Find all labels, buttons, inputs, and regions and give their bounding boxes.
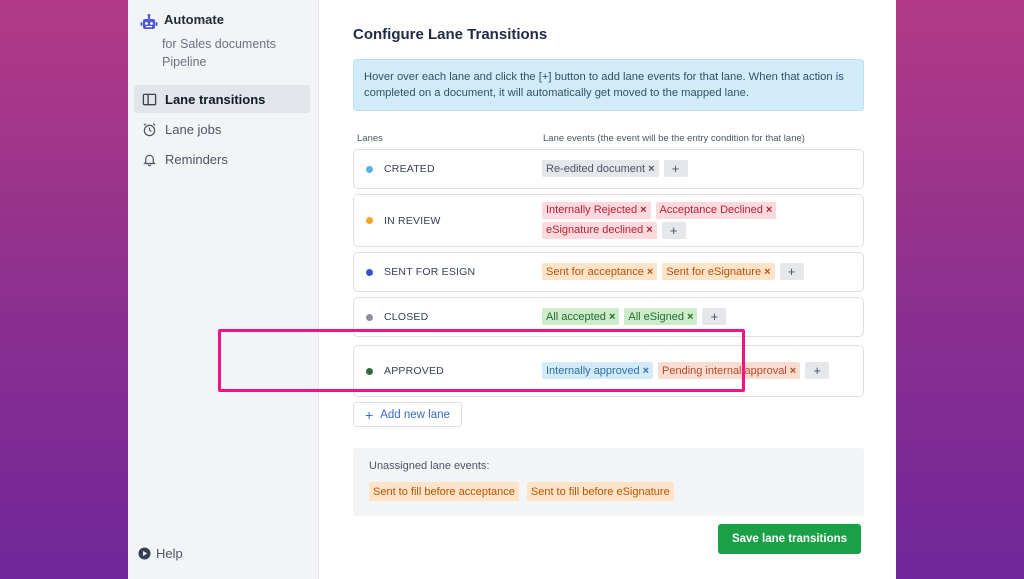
bell-icon	[143, 154, 156, 166]
remove-icon[interactable]: ×	[609, 311, 615, 323]
save-lane-transitions-button[interactable]: Save lane transitions	[718, 524, 861, 554]
lane-row-in-review[interactable]: IN REVIEW Internally Rejected × Acceptanc…	[353, 194, 864, 247]
lane-event-chip: Pending internal approval ×	[658, 362, 801, 379]
lane-label: SENT FOR ESIGN	[384, 266, 476, 278]
brand: Automate	[128, 12, 318, 32]
lane-label: IN REVIEW	[384, 214, 441, 227]
lane-event-chip: Sent for acceptance ×	[542, 263, 658, 280]
columns-icon	[142, 93, 157, 105]
brand-title: Automate	[164, 12, 224, 27]
chip-label: All eSigned	[628, 310, 685, 323]
alarm-clock-icon	[143, 122, 156, 136]
lane-color-dot	[366, 367, 373, 375]
page-title: Configure Lane Transitions	[353, 26, 548, 43]
info-banner: Hover over each lane and click the [+] b…	[353, 59, 864, 111]
sidebar-item-lane-jobs[interactable]: Lane jobs	[134, 115, 310, 143]
lane-events: Internally approved × Pending internal ap…	[542, 357, 863, 385]
robot-icon	[140, 14, 158, 29]
chip-label: Sent for eSignature	[666, 265, 762, 278]
lane-row-approved[interactable]: APPROVED Internally approved × Pending in…	[353, 345, 864, 397]
sidebar-nav: Lane transitions Lane jobs Reminders	[128, 85, 318, 173]
remove-icon[interactable]: ×	[764, 266, 770, 278]
lane-color-dot	[366, 268, 373, 276]
chip-label: Sent for acceptance	[546, 265, 644, 278]
sidebar: Automate for Sales documents Pipeline La…	[128, 0, 319, 579]
sidebar-item-label: Lane transitions	[165, 91, 266, 107]
add-event-button[interactable]: +	[661, 221, 686, 239]
chip-label: Pending internal approval	[662, 364, 787, 377]
plus-icon: +	[365, 406, 374, 423]
lane-events: All accepted × All eSigned × +	[542, 303, 863, 331]
lane-event-chip: Acceptance Declined ×	[655, 201, 777, 219]
remove-icon[interactable]: ×	[687, 311, 693, 323]
column-header-lanes: Lanes	[357, 133, 383, 144]
lane-name: APPROVED	[354, 365, 542, 377]
lane-name: IN REVIEW	[354, 215, 542, 227]
remove-icon[interactable]: ×	[647, 266, 653, 278]
add-new-lane-button[interactable]: + Add new lane	[353, 402, 462, 427]
chip-label: eSignature declined	[546, 224, 644, 236]
remove-icon[interactable]: ×	[643, 365, 649, 377]
lane-event-chip: Re-edited document ×	[542, 160, 659, 177]
chip-label: Re-edited document	[546, 162, 646, 175]
lane-label: CLOSED	[384, 311, 429, 323]
app-window: Automate for Sales documents Pipeline La…	[128, 0, 896, 579]
sidebar-item-label: Lane jobs	[165, 121, 222, 137]
lane-name: CLOSED	[354, 311, 542, 323]
add-event-button[interactable]: +	[702, 308, 727, 325]
lane-event-chip: eSignature declined ×	[542, 221, 657, 239]
remove-icon[interactable]: ×	[646, 224, 652, 236]
unassigned-event-chip[interactable]: Sent to fill before eSignature	[526, 482, 674, 501]
lane-row-closed[interactable]: CLOSED All accepted × All eSigned × +	[353, 297, 864, 337]
lane-color-dot	[366, 165, 373, 173]
unassigned-events-panel: Unassigned lane events: Sent to fill bef…	[353, 448, 864, 516]
lane-event-chip: Internally Rejected ×	[542, 201, 651, 219]
sidebar-item-lane-transitions[interactable]: Lane transitions	[134, 85, 310, 113]
lane-event-chip: All eSigned ×	[624, 308, 698, 325]
unassigned-event-chip[interactable]: Sent to fill before acceptance	[369, 482, 519, 501]
main-panel: Configure Lane Transitions Hover over ea…	[319, 0, 896, 579]
brand-subtitle: for Sales documents Pipeline	[162, 37, 276, 69]
remove-icon[interactable]: ×	[648, 163, 654, 175]
lane-row-created[interactable]: CREATED Re-edited document × +	[353, 149, 864, 189]
lane-event-chip: Sent for eSignature ×	[662, 263, 775, 280]
help-link[interactable]: Help	[138, 546, 183, 561]
lane-name: CREATED	[354, 163, 542, 175]
unassigned-events: Sent to fill before acceptance Sent to f…	[369, 482, 848, 504]
remove-icon[interactable]: ×	[790, 365, 796, 377]
lane-label: CREATED	[384, 163, 435, 175]
remove-icon[interactable]: ×	[640, 204, 646, 216]
lane-color-dot	[366, 217, 373, 224]
lane-events: Sent for acceptance × Sent for eSignature…	[542, 258, 863, 286]
lane-row-sent-for-esign[interactable]: SENT FOR ESIGN Sent for acceptance × Sent…	[353, 252, 864, 292]
chip-label: Internally approved	[546, 364, 640, 377]
column-header-events: Lane events (the event will be the entry…	[543, 133, 805, 144]
lane-events: Re-edited document × +	[542, 155, 863, 183]
sidebar-item-label: Reminders	[165, 151, 228, 167]
sidebar-item-reminders[interactable]: Reminders	[134, 145, 310, 173]
chip-label: Acceptance Declined	[659, 204, 763, 216]
lane-event-chip: All accepted ×	[542, 308, 620, 325]
chip-label: All accepted	[546, 310, 606, 323]
lane-events: Internally Rejected × Acceptance Declined…	[542, 197, 863, 245]
lane-event-chip: Internally approved ×	[542, 362, 653, 379]
play-circle-icon	[138, 547, 151, 560]
lane-color-dot	[366, 313, 373, 321]
add-new-lane-label: Add new lane	[380, 408, 450, 421]
remove-icon[interactable]: ×	[766, 204, 772, 216]
lane-name: SENT FOR ESIGN	[354, 266, 542, 278]
chip-label: Internally Rejected	[546, 204, 638, 216]
add-event-button[interactable]: +	[779, 263, 804, 280]
help-label: Help	[156, 546, 183, 561]
add-event-button[interactable]: +	[663, 160, 688, 177]
column-headers: Lanes Lane events (the event will be the…	[353, 133, 864, 144]
add-event-button[interactable]: +	[805, 362, 830, 379]
lane-label: APPROVED	[384, 365, 444, 377]
unassigned-label: Unassigned lane events:	[369, 460, 490, 472]
